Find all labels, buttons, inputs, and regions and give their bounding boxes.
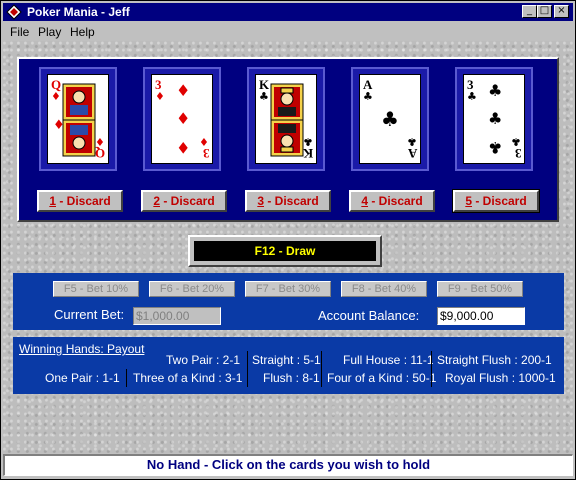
discard-button-3[interactable]: 3 - Discard [245, 190, 331, 212]
payout-divider [126, 369, 127, 387]
discard-hotkey: 3 [257, 194, 264, 208]
discard-button-2[interactable]: 2 - Discard [141, 190, 227, 212]
payout-four-kind: Four of a Kind : 50-1 [327, 371, 437, 385]
card-slot-2[interactable]: 3 ♦ ♦ ♦ ♦ ♦ 3 [143, 67, 221, 171]
title-bar[interactable]: Poker Mania - Jeff _ □ × [3, 3, 573, 21]
close-button[interactable]: × [554, 5, 569, 18]
card-rank: 3 [514, 146, 522, 161]
discard-label: - Discard [472, 194, 527, 208]
queen-face-icon [62, 83, 96, 157]
payout-straight-flush: Straight Flush : 200-1 [437, 353, 552, 367]
card-rank: K [302, 146, 313, 161]
game-area: Q ♦ ♦ ♦ Q 3 ♦ ♦ ♦ ♦ ♦ 3 K ♣ ♣ K A ♣ ♣ ♣ … [3, 41, 573, 453]
club-icon: ♣ [467, 90, 477, 103]
card-slot-5[interactable]: 3 ♣ ♣ ♣ ♣ ♣ 3 [455, 67, 533, 171]
bet-panel: F5 - Bet 10% F6 - Bet 20% F7 - Bet 30% F… [13, 273, 564, 330]
payout-divider [431, 351, 432, 387]
card-slot-4[interactable]: A ♣ ♣ ♣ A [351, 67, 429, 171]
status-bar: No Hand - Click on the cards you wish to… [3, 454, 573, 476]
diamond-icon: ♦ [176, 138, 191, 157]
discard-label: - Discard [160, 194, 215, 208]
discard-hotkey: 2 [153, 194, 160, 208]
menu-bar: File Play Help [3, 22, 573, 41]
payout-table: Winning Hands: Payout One Pair : 1-1 Two… [13, 337, 564, 394]
diamond-icon: ♦ [176, 109, 191, 128]
draw-button-label: F12 - Draw [194, 241, 376, 261]
close-icon: × [557, 5, 566, 16]
current-bet-label: Current Bet: [54, 307, 125, 322]
discard-button-1[interactable]: 1 - Discard [37, 190, 123, 212]
payout-royal-flush: Royal Flush : 1000-1 [445, 371, 556, 385]
account-balance-label: Account Balance: [318, 308, 420, 323]
playing-card-1[interactable]: Q ♦ ♦ ♦ Q [47, 74, 109, 164]
payout-divider [321, 351, 322, 387]
bet-20-button[interactable]: F6 - Bet 20% [149, 281, 235, 297]
card-table: Q ♦ ♦ ♦ Q 3 ♦ ♦ ♦ ♦ ♦ 3 K ♣ ♣ K A ♣ ♣ ♣ … [17, 57, 559, 222]
payout-straight: Straight : 5-1 [252, 353, 321, 367]
discard-hotkey: 4 [361, 194, 368, 208]
diamond-icon: ♦ [176, 81, 191, 100]
draw-button[interactable]: F12 - Draw [188, 235, 382, 267]
discard-button-5[interactable]: 5 - Discard [452, 189, 540, 213]
playing-card-2[interactable]: 3 ♦ ♦ ♦ ♦ ♦ 3 [151, 74, 213, 164]
playing-card-5[interactable]: 3 ♣ ♣ ♣ ♣ ♣ 3 [463, 74, 525, 164]
discard-hotkey: 1 [49, 194, 56, 208]
diamond-icon: ♦ [53, 118, 65, 133]
club-icon: ♣ [488, 109, 503, 128]
payout-two-pair: Two Pair : 2-1 [166, 353, 241, 367]
card-rank: 3 [202, 146, 210, 161]
card-slot-3[interactable]: K ♣ ♣ K [247, 67, 325, 171]
diamond-icon: ♦ [155, 90, 165, 103]
playing-card-3[interactable]: K ♣ ♣ K [255, 74, 317, 164]
menu-help[interactable]: Help [70, 25, 95, 39]
app-diamond-icon [6, 4, 22, 20]
playing-card-4[interactable]: A ♣ ♣ ♣ A [359, 74, 421, 164]
payout-one-pair: One Pair : 1-1 [45, 371, 120, 385]
payout-title: Winning Hands: Payout [19, 342, 145, 356]
discard-label: - Discard [368, 194, 423, 208]
minimize-button[interactable]: _ [522, 5, 537, 18]
discard-button-4[interactable]: 4 - Discard [349, 190, 435, 212]
card-rank: Q [94, 146, 105, 161]
club-icon: ♣ [488, 138, 503, 157]
king-face-icon [270, 83, 304, 157]
card-slot-1[interactable]: Q ♦ ♦ ♦ Q [39, 67, 117, 171]
bet-10-button[interactable]: F5 - Bet 10% [53, 281, 139, 297]
payout-full-house: Full House : 11-1 [343, 353, 434, 367]
maximize-button[interactable]: □ [537, 5, 552, 18]
club-icon: ♣ [381, 107, 399, 131]
current-bet-field[interactable]: $1,000.00 [133, 307, 221, 325]
discard-hotkey: 5 [465, 194, 472, 208]
payout-three-kind: Three of a Kind : 3-1 [133, 371, 243, 385]
club-icon: ♣ [259, 90, 269, 103]
diamond-icon: ♦ [51, 90, 61, 103]
bet-50-button[interactable]: F9 - Bet 50% [437, 281, 523, 297]
club-icon: ♣ [363, 90, 373, 103]
payout-flush: Flush : 8-1 [263, 371, 320, 385]
menu-file[interactable]: File [10, 25, 29, 39]
menu-play[interactable]: Play [38, 25, 61, 39]
bet-30-button[interactable]: F7 - Bet 30% [245, 281, 331, 297]
minimize-icon: _ [527, 5, 532, 16]
account-balance-field: $9,000.00 [437, 307, 525, 325]
maximize-icon: □ [539, 5, 550, 16]
bet-40-button[interactable]: F8 - Bet 40% [341, 281, 427, 297]
club-icon: ♣ [488, 81, 503, 100]
discard-label: - Discard [56, 194, 111, 208]
card-rank: A [407, 146, 417, 161]
discard-label: - Discard [264, 194, 319, 208]
poker-window: Poker Mania - Jeff _ □ × File Play Help … [0, 0, 576, 480]
window-title: Poker Mania - Jeff [27, 5, 130, 19]
payout-divider [247, 351, 248, 387]
